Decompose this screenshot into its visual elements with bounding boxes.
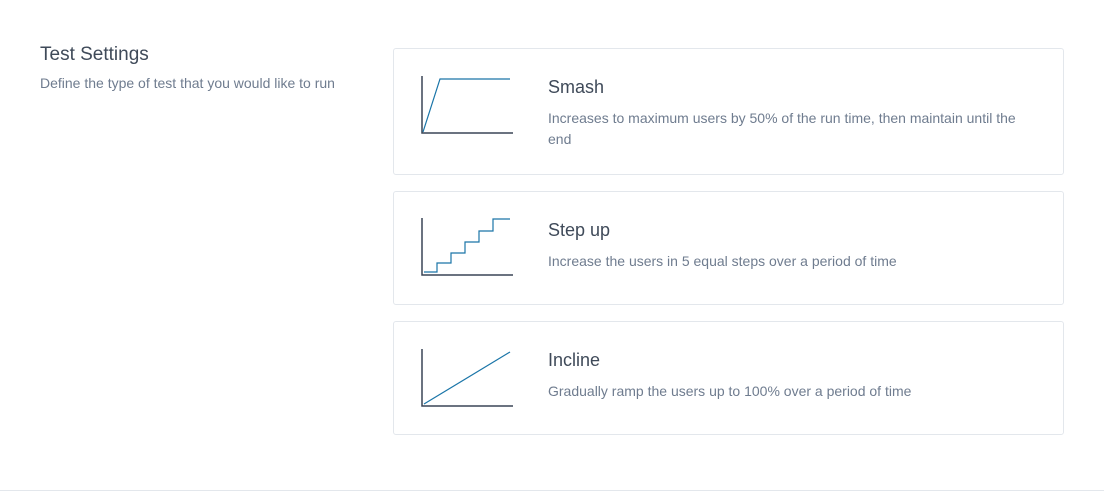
test-type-option-incline[interactable]: Incline Gradually ramp the users up to 1… [393, 321, 1064, 435]
option-description: Increase the users in 5 equal steps over… [548, 253, 897, 269]
test-type-option-step-up[interactable]: Step up Increase the users in 5 equal st… [393, 191, 1064, 305]
smash-graph-icon [421, 76, 513, 134]
test-type-option-smash[interactable]: Smash Increases to maximum users by 50% … [393, 48, 1064, 175]
option-description: Increases to maximum users by 50% of the… [548, 110, 1016, 147]
test-settings-heading: Test Settings Define the type of test th… [40, 44, 360, 92]
incline-graph-icon [421, 349, 513, 407]
option-title: Smash [548, 77, 605, 97]
test-type-options: Smash Increases to maximum users by 50% … [393, 48, 1064, 451]
section-subtitle: Define the type of test that you would l… [40, 75, 335, 91]
option-title: Step up [548, 220, 611, 240]
option-description: Gradually ramp the users up to 100% over… [548, 383, 912, 399]
section-divider [0, 490, 1104, 491]
option-title: Incline [548, 350, 601, 370]
section-title: Test Settings [40, 44, 149, 65]
step-up-graph-icon [421, 218, 513, 276]
